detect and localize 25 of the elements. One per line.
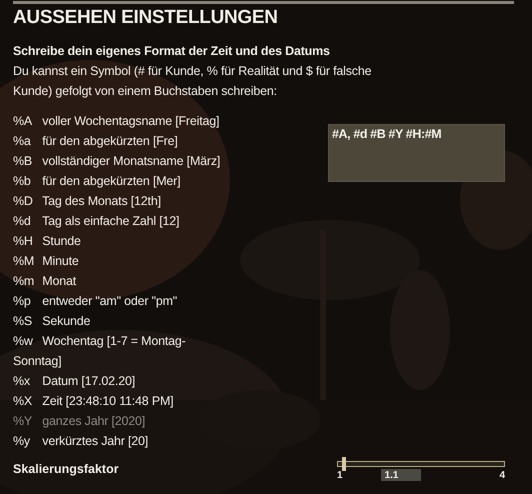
slider-value: 1.1 bbox=[380, 469, 421, 481]
max-label: 4 bbox=[499, 470, 505, 480]
format-code-entry: %m Monat bbox=[13, 273, 78, 290]
format-code-entry: %M Minute bbox=[13, 253, 80, 270]
format-code-entry: %d Tag als einfache Zahl [12] bbox=[13, 213, 180, 230]
slider-thumb[interactable] bbox=[342, 457, 346, 471]
format-code-entry: %Y ganzes Jahr [2020] bbox=[13, 413, 146, 430]
format-code-entry: %X Zeit [23:48:10 11:48 PM] bbox=[13, 393, 174, 410]
window-title: AUSSEHEN EINSTELLUNGEN bbox=[13, 7, 279, 30]
format-code-entry: %x Datum [17.02.20] bbox=[13, 373, 136, 390]
format-input-field[interactable]: #A, #d #B #Y #H:#M bbox=[328, 124, 505, 182]
format-code-entry: %D Tag des Monats [12th] bbox=[13, 193, 162, 210]
scale-label: Skalierungsfaktor bbox=[13, 462, 119, 478]
format-code-entry: %w Wochentag [1-7 = Montag-Sonntag] bbox=[13, 333, 187, 370]
format-code-entry: %B vollständiger Monatsname [März] bbox=[13, 153, 222, 170]
format-code-entry: %A voller Wochentagsname [Freitag] bbox=[13, 113, 220, 130]
section-heading: Schreibe dein eigenes Format der Zeit und des Datums bbox=[13, 43, 331, 60]
format-code-entry: %p entweder "am" oder "pm" bbox=[13, 293, 178, 310]
format-code-entry: %H Stunde bbox=[13, 233, 82, 250]
format-code-entry: %S Sekunde bbox=[13, 313, 92, 330]
description-text: Du kannst ein Symbol (# für Kunde, % für Realität und $ für falsche Kunde) gefolgt von einem Buchstaben schreiben: bbox=[13, 63, 372, 100]
min-label: 1 bbox=[337, 470, 343, 480]
format-code-entry: %b für den abgekürzten [Mer] bbox=[13, 173, 182, 190]
format-code-entry: %a für den abgekürzten [Fre] bbox=[13, 133, 179, 150]
format-code-entry: %y verkürztes Jahr [20] bbox=[13, 433, 150, 450]
